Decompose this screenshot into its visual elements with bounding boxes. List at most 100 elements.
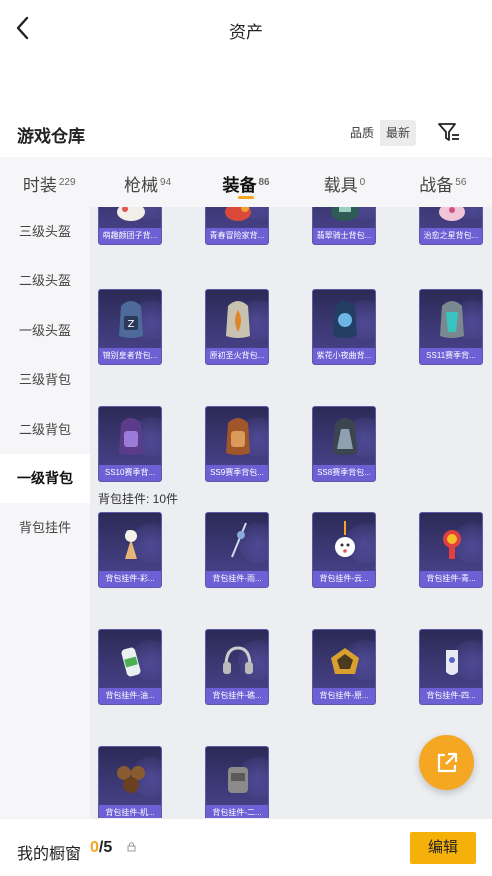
backpack-icon	[117, 207, 145, 221]
tab-label: 载具	[323, 176, 358, 195]
showcase-bar: 我的橱窗 0/5 编辑	[0, 818, 492, 876]
charm-icon	[231, 522, 247, 558]
item-card[interactable]: 背包挂件-二...	[205, 746, 269, 818]
backpack-icon	[331, 207, 359, 221]
sidebar-item-helmet-lv3[interactable]: 三级头盔	[0, 207, 90, 256]
tab-count: 86	[258, 177, 270, 188]
sidebar-item-backpack-lv1[interactable]: 一级背包	[0, 453, 90, 504]
item-card[interactable]: 萌趣颜团子背...	[98, 207, 162, 245]
sidebar-item-helmet-lv1[interactable]: 一级头盔	[0, 306, 90, 355]
item-name: 背包挂件-油...	[99, 688, 161, 704]
item-name: 青春冒险家背...	[206, 228, 268, 244]
charm-icon	[117, 766, 145, 793]
backpack-icon	[440, 301, 464, 338]
item-name: 背包挂件-机...	[99, 805, 161, 818]
sort-newest-button[interactable]: 最新	[380, 120, 417, 146]
tab-weapons[interactable]: 枪械 94	[98, 157, 196, 207]
item-name: 锦别皇者背包...	[99, 348, 161, 364]
backpack-icon: Z	[119, 301, 143, 338]
item-card[interactable]: 背包挂件-油...	[98, 629, 162, 705]
sidebar-item-backpack-charm[interactable]: 背包挂件	[0, 503, 90, 552]
backpack-icon	[333, 418, 357, 455]
charm-icon	[331, 648, 359, 674]
filter-button[interactable]	[436, 120, 462, 146]
tab-equipment[interactable]: 装备 86	[197, 157, 295, 207]
charms-group-label: 背包挂件: 10件	[98, 492, 179, 506]
item-card[interactable]: 翡翠骑士背包...	[312, 207, 376, 245]
tab-label: 装备	[222, 176, 257, 195]
tab-count: 229	[58, 177, 76, 188]
item-card[interactable]: 背包挂件-青...	[419, 512, 483, 588]
backpack-icon	[333, 301, 357, 338]
charm-icon	[228, 767, 248, 793]
item-name: 翡翠骑士背包...	[313, 228, 375, 244]
item-card[interactable]: 背包挂件-机...	[98, 746, 162, 818]
backpack-icon	[226, 418, 250, 455]
tab-label: 枪械	[124, 176, 159, 195]
item-card[interactable]: 背包挂件-云...	[312, 512, 376, 588]
item-name: 背包挂件-礁...	[206, 688, 268, 704]
headphones-icon	[223, 646, 253, 674]
sort-toggle: 品质 最新	[344, 120, 417, 146]
edit-button[interactable]: 编辑	[410, 832, 476, 864]
item-card[interactable]: SS10赛季背...	[98, 406, 162, 482]
filter-icon	[438, 123, 459, 141]
item-name: 背包挂件-云...	[313, 571, 375, 587]
item-name: 背包挂件-青...	[420, 571, 482, 587]
item-name: 原初圣火背包...	[206, 348, 268, 364]
charm-icon	[125, 530, 137, 559]
tab-count: 56	[455, 177, 467, 188]
sidebar-item-helmet-lv2[interactable]: 二级头盔	[0, 256, 90, 305]
item-card[interactable]: 背包挂件-彩...	[98, 512, 162, 588]
tab-label: 时装	[22, 176, 57, 195]
item-card[interactable]: 背包挂件-礁...	[205, 629, 269, 705]
item-name: 背包挂件-二...	[206, 805, 268, 818]
share-button[interactable]	[419, 735, 474, 790]
charm-icon	[443, 530, 461, 559]
section-header: 游戏仓库 品质 最新	[0, 112, 492, 152]
item-grid: 萌趣颜团子背... 青春冒险家背... 翡翠骑士背包... 治愈之星背包... …	[90, 207, 492, 818]
item-card[interactable]: 治愈之星背包...	[419, 207, 483, 245]
item-card[interactable]: 原初圣火背包...	[205, 289, 269, 365]
item-card[interactable]: 背包挂件-四...	[419, 629, 483, 705]
tab-supplies[interactable]: 战备 56	[394, 157, 492, 207]
item-card[interactable]: 背包挂件-雨...	[205, 512, 269, 588]
item-card[interactable]: SS11赛季背...	[419, 289, 483, 365]
item-card[interactable]: 背包挂件-原...	[312, 629, 376, 705]
item-name: 紫花小夜曲背...	[313, 348, 375, 364]
item-card[interactable]: 青春冒险家背...	[205, 207, 269, 245]
item-name: 治愈之星背包...	[420, 228, 482, 244]
tab-label: 战备	[419, 176, 454, 195]
showcase-label: 我的橱窗	[17, 846, 82, 863]
item-name: SS9赛季背包...	[206, 465, 268, 481]
item-card[interactable]: SS9赛季背包...	[205, 406, 269, 482]
charm-icon	[446, 650, 458, 675]
backpack-icon	[119, 418, 143, 455]
svg-text:Z: Z	[128, 319, 135, 330]
sidebar-item-backpack-lv3[interactable]: 三级背包	[0, 355, 90, 404]
item-name: SS11赛季背...	[420, 348, 482, 364]
backpack-icon	[226, 301, 250, 338]
showcase-current: 0	[90, 839, 99, 856]
equipment-sidebar: 三级头盔 二级头盔 一级头盔 三级背包 二级背包 一级背包 背包挂件	[0, 207, 90, 818]
tab-fashion[interactable]: 时装 229	[0, 157, 98, 207]
item-name: 背包挂件-原...	[313, 688, 375, 704]
category-tabs: 时装 229 枪械 94 装备 86 载具 0 战备 56	[0, 157, 492, 207]
item-name: 背包挂件-四...	[420, 688, 482, 704]
tab-count: 94	[160, 177, 172, 188]
sort-quality-button[interactable]: 品质	[344, 120, 381, 146]
section-title: 游戏仓库	[17, 127, 85, 146]
item-card[interactable]: Z 锦别皇者背包...	[98, 289, 162, 365]
tab-vehicles[interactable]: 载具 0	[295, 157, 393, 207]
charm-icon	[121, 647, 141, 677]
item-card[interactable]: 紫花小夜曲背...	[312, 289, 376, 365]
item-name: SS8赛季背包...	[313, 465, 375, 481]
page-title: 资产	[229, 23, 263, 42]
backpack-icon	[439, 207, 465, 221]
charm-icon	[335, 521, 355, 557]
sidebar-item-backpack-lv2[interactable]: 二级背包	[0, 405, 90, 454]
item-name: 背包挂件-彩...	[99, 571, 161, 587]
backpack-icon	[225, 207, 251, 221]
item-card[interactable]: SS8赛季背包...	[312, 406, 376, 482]
item-name: SS10赛季背...	[99, 465, 161, 481]
